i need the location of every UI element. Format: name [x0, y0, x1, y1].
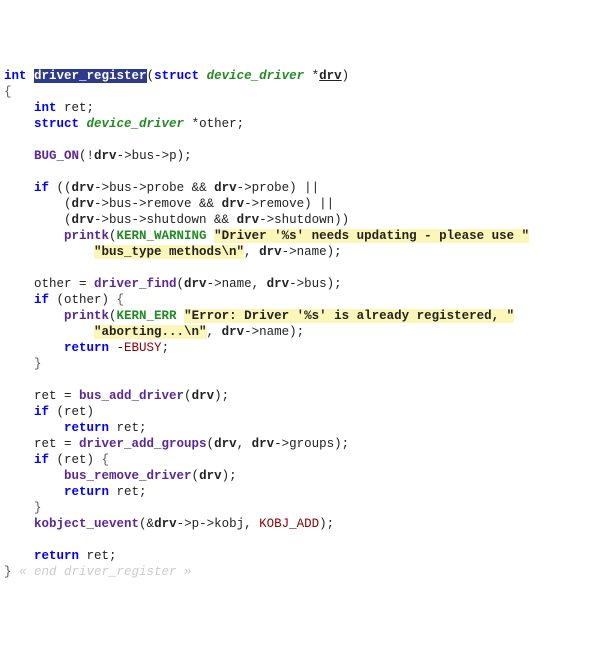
call: bus_remove_driver	[64, 469, 192, 483]
code-line: ret = bus_add_driver(drv);	[4, 388, 596, 404]
call: kobject_uevent	[34, 517, 139, 531]
code-line: (drv->bus->shutdown && drv->shutdown))	[4, 212, 596, 228]
code-line	[4, 372, 596, 388]
call: driver_add_groups	[79, 437, 207, 451]
brace: {	[4, 85, 12, 99]
keyword-int: int	[4, 69, 27, 83]
string: "Error: Driver '%s' is already registere…	[184, 309, 514, 323]
keyword-struct: struct	[154, 69, 199, 83]
call: BUG_ON	[34, 149, 79, 163]
code-line	[4, 260, 596, 276]
code-line: int driver_register(struct device_driver…	[4, 68, 596, 84]
brace: }	[34, 357, 42, 371]
code-line	[4, 132, 596, 148]
code-line: ret = driver_add_groups(drv, drv->groups…	[4, 436, 596, 452]
code-line: if (ret) {	[4, 452, 596, 468]
function-name: driver_register	[34, 69, 147, 83]
code-line: other = driver_find(drv->name, drv->bus)…	[4, 276, 596, 292]
code-line	[4, 164, 596, 180]
code-line: {	[4, 84, 596, 100]
code-line: return ret;	[4, 484, 596, 500]
end-comment: « end driver_register »	[19, 565, 192, 579]
code-line: printk(KERN_ERR "Error: Driver '%s' is a…	[4, 308, 596, 324]
call: printk	[64, 309, 109, 323]
brace: }	[34, 501, 42, 515]
code-line: return ret;	[4, 420, 596, 436]
code-line: kobject_uevent(&drv->p->kobj, KOBJ_ADD);	[4, 516, 596, 532]
call: bus_add_driver	[79, 389, 184, 403]
code-line: struct device_driver *other;	[4, 116, 596, 132]
string: "aborting...\n"	[94, 325, 207, 339]
string: "bus_type methods\n"	[94, 245, 244, 259]
brace: }	[4, 565, 12, 579]
code-viewer: int driver_register(struct device_driver…	[4, 68, 596, 580]
code-line: "bus_type methods\n", drv->name);	[4, 244, 596, 260]
brace: {	[102, 453, 110, 467]
code-line	[4, 532, 596, 548]
brace: {	[117, 293, 125, 307]
code-line: bus_remove_driver(drv);	[4, 468, 596, 484]
string: "Driver '%s' needs updating - please use…	[214, 229, 529, 243]
code-line: BUG_ON(!drv->bus->p);	[4, 148, 596, 164]
code-line: return -EBUSY;	[4, 340, 596, 356]
code-line: if (other) {	[4, 292, 596, 308]
param: drv	[319, 69, 342, 83]
code-line: return ret;	[4, 548, 596, 564]
call: printk	[64, 229, 109, 243]
call: driver_find	[94, 277, 177, 291]
type: device_driver	[207, 69, 305, 83]
code-line: if (ret)	[4, 404, 596, 420]
code-line: (drv->bus->remove && drv->remove) ||	[4, 196, 596, 212]
code-line: int ret;	[4, 100, 596, 116]
code-line: if ((drv->bus->probe && drv->probe) ||	[4, 180, 596, 196]
code-line: }	[4, 500, 596, 516]
code-line: } « end driver_register »	[4, 564, 596, 580]
code-line: }	[4, 356, 596, 372]
code-line: printk(KERN_WARNING "Driver '%s' needs u…	[4, 228, 596, 244]
code-line: "aborting...\n", drv->name);	[4, 324, 596, 340]
